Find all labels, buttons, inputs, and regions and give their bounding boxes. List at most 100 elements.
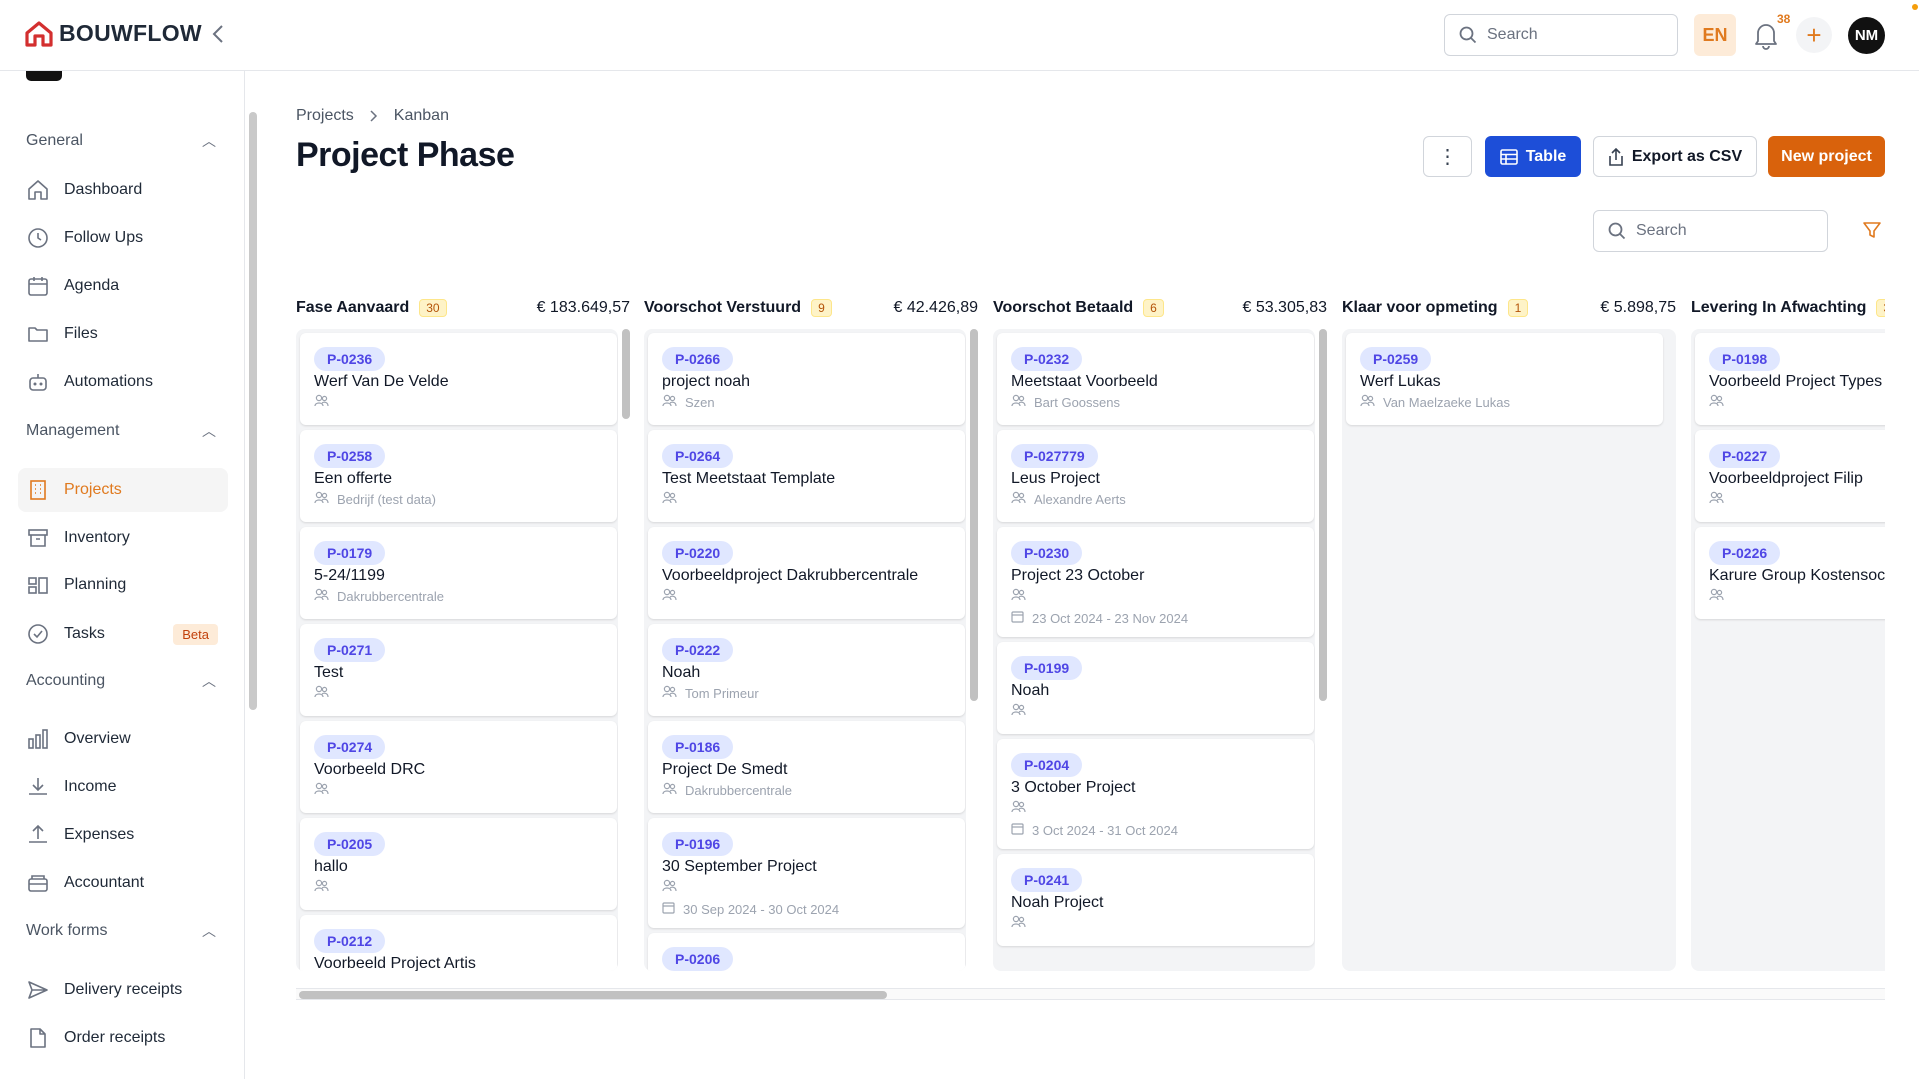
column-header[interactable]: Voorschot Verstuurd 9 € 42.426,89	[644, 295, 978, 321]
export-csv-button[interactable]: Export as CSV	[1593, 136, 1757, 177]
new-project-button[interactable]: New project	[1768, 136, 1885, 177]
more-options-button[interactable]: ⋮	[1423, 136, 1472, 177]
sidebar-item-planning[interactable]: Planning	[18, 563, 228, 607]
document-icon	[30, 1028, 46, 1048]
project-title: Noah Project	[1011, 894, 1104, 911]
sidebar-section-general[interactable]: General ︿	[26, 131, 216, 151]
users-icon	[662, 879, 677, 895]
project-card[interactable]: P-0226 Karure Group Kostensoc	[1695, 527, 1885, 619]
sidebar-section-work-forms[interactable]: Work forms ︿	[26, 921, 216, 941]
search-icon	[1608, 222, 1626, 240]
sidebar-item-follow-ups[interactable]: Follow Ups	[18, 216, 228, 260]
project-card[interactable]: P-027779 Leus Project Alexandre Aerts	[997, 430, 1314, 522]
column-scrollbar-thumb[interactable]	[970, 329, 978, 701]
project-card[interactable]: P-0264 Test Meetstaat Template	[648, 430, 965, 522]
column-scrollbar-thumb[interactable]	[622, 329, 630, 419]
chevron-up-icon: ︿	[202, 133, 216, 149]
calendar-icon	[1011, 822, 1024, 838]
sidebar-item-dashboard[interactable]: Dashboard	[18, 168, 228, 212]
users-icon	[1709, 394, 1724, 410]
project-id-badge: P-0179	[314, 541, 386, 565]
sidebar-section-management[interactable]: Management ︿	[26, 421, 216, 441]
project-title: Test Meetstaat Template	[662, 470, 836, 487]
sidebar-item-order-receipts[interactable]: Order receipts	[18, 1016, 228, 1060]
users-icon	[1011, 491, 1026, 507]
project-client	[1011, 915, 1034, 931]
column-total: € 183.649,57	[536, 299, 630, 316]
sidebar-item-expenses[interactable]: Expenses	[18, 813, 228, 857]
user-avatar[interactable]: NM	[1848, 17, 1885, 54]
brand-name: BOUWFLOW	[59, 20, 202, 46]
board-horizontal-scrollbar-thumb[interactable]	[299, 991, 887, 999]
sidebar-item-income[interactable]: Income	[18, 765, 228, 809]
breadcrumb-projects[interactable]: Projects	[296, 107, 354, 125]
collapse-sidebar-chevron-icon[interactable]	[212, 24, 224, 48]
project-card[interactable]: P-0212 Voorbeeld Project Artis	[300, 915, 617, 971]
project-card[interactable]: P-0266 project noah Szen	[648, 333, 965, 425]
project-card[interactable]: P-0259 Werf Lukas Van Maelzaeke Lukas	[1346, 333, 1663, 425]
sidebar-item-delivery-receipts[interactable]: Delivery receipts	[18, 968, 228, 1012]
sidebar-item-tasks[interactable]: Tasks Beta	[18, 612, 228, 656]
sidebar-item-inventory[interactable]: Inventory	[18, 516, 228, 560]
share-upload-icon	[1609, 147, 1623, 166]
column-header[interactable]: Fase Aanvaard 30 € 183.649,57	[296, 295, 630, 321]
project-card[interactable]: P-0274 Voorbeeld DRC	[300, 721, 617, 813]
column-scrollbar-thumb[interactable]	[1319, 329, 1327, 701]
sidebar-item-automations[interactable]: Automations	[18, 360, 228, 404]
project-card[interactable]: P-0199 Noah	[997, 642, 1314, 734]
calendar-icon	[1011, 610, 1024, 626]
project-card[interactable]: P-0179 5-24/1199 Dakrubbercentrale	[300, 527, 617, 619]
filter-icon[interactable]	[1862, 220, 1882, 240]
project-dates: 23 Oct 2024 - 23 Nov 2024	[1011, 610, 1188, 626]
column-title: Fase Aanvaard	[296, 299, 410, 316]
sidebar-item-overview[interactable]: Overview	[18, 717, 228, 761]
column-header[interactable]: Voorschot Betaald 6 € 53.305,83	[993, 295, 1327, 321]
project-client	[1011, 703, 1034, 719]
breadcrumb-kanban[interactable]: Kanban	[394, 107, 449, 125]
project-card[interactable]: P-0204 3 October Project 3 Oct 2024 - 31 O…	[997, 739, 1314, 849]
kanban-column: Fase Aanvaard 30 € 183.649,57 P-0236 Werf Va…	[296, 295, 630, 971]
planning-icon	[28, 577, 48, 594]
quick-add-plus-icon[interactable]: +	[1796, 17, 1832, 53]
project-card[interactable]: P-0198 Voorbeeld Project Types	[1695, 333, 1885, 425]
bell-icon[interactable]	[1752, 20, 1780, 50]
column-card-list: P-0236 Werf Van De Velde P-0258 Een offerte…	[296, 329, 618, 971]
column-header[interactable]: Levering In Afwachting 3	[1691, 295, 1885, 321]
board-search-input[interactable]: Search	[1593, 210, 1828, 252]
house-logo-icon	[25, 20, 53, 47]
sidebar-item-agenda[interactable]: Agenda	[18, 264, 228, 308]
project-card[interactable]: P-0258 Een offerte Bedrijf (test data)	[300, 430, 617, 522]
breadcrumb: Projects Kanban	[296, 107, 449, 125]
project-card[interactable]: P-0241 Noah Project	[997, 854, 1314, 946]
project-id-badge: P-0196	[662, 832, 734, 856]
project-card[interactable]: P-0236 Werf Van De Velde	[300, 333, 617, 425]
column-header[interactable]: Klaar voor opmeting 1 € 5.898,75	[1342, 295, 1676, 321]
project-card[interactable]: P-0206	[648, 933, 965, 971]
project-dates: 30 Sep 2024 - 30 Oct 2024	[662, 901, 839, 917]
project-card[interactable]: P-0220 Voorbeeldproject Dakrubbercentrale	[648, 527, 965, 619]
project-title: Werf Lukas	[1360, 373, 1441, 390]
global-search-input[interactable]: Search	[1444, 14, 1678, 56]
sidebar-item-files[interactable]: Files	[18, 312, 228, 356]
column-scrollbar[interactable]	[1319, 329, 1327, 971]
table-view-button[interactable]: Table	[1485, 136, 1581, 177]
project-client	[314, 685, 337, 701]
brand-logo[interactable]: BOUWFLOW	[25, 20, 202, 47]
project-card[interactable]: P-0230 Project 23 October 23 Oct 2024 - 23…	[997, 527, 1314, 637]
column-scrollbar[interactable]	[970, 329, 978, 971]
users-icon	[1709, 491, 1724, 507]
project-card[interactable]: P-0186 Project De Smedt Dakrubbercentrale	[648, 721, 965, 813]
project-dates: 3 Oct 2024 - 31 Oct 2024	[1011, 822, 1178, 838]
sidebar-item-projects[interactable]: Projects	[18, 468, 228, 512]
sidebar-item-accountant[interactable]: Accountant	[18, 861, 228, 905]
project-card[interactable]: P-0232 Meetstaat Voorbeeld Bart Goossens	[997, 333, 1314, 425]
project-card[interactable]: P-0271 Test	[300, 624, 617, 716]
project-card[interactable]: P-0196 30 September Project 30 Sep 2024 - …	[648, 818, 965, 928]
project-card[interactable]: P-0222 Noah Tom Primeur	[648, 624, 965, 716]
project-card[interactable]: P-0227 Voorbeeldproject Filip	[1695, 430, 1885, 522]
sidebar-section-accounting[interactable]: Accounting ︿	[26, 671, 216, 691]
language-button[interactable]: EN	[1694, 14, 1736, 56]
sidebar-scrollbar[interactable]	[249, 112, 257, 710]
project-card[interactable]: P-0205 hallo	[300, 818, 617, 910]
column-scrollbar[interactable]	[622, 329, 630, 971]
